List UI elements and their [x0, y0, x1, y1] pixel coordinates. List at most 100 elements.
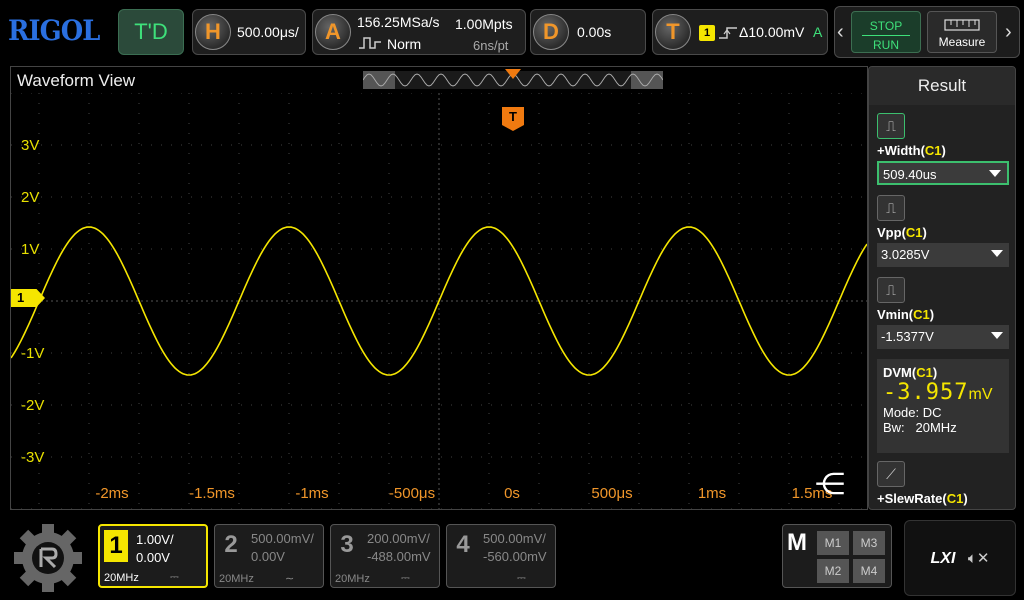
channel-1-bw: 20MHz [104, 572, 139, 584]
dvm-mode: Mode: DC [883, 405, 942, 420]
acquire-mode: Norm [387, 36, 422, 52]
measurement-slewrate[interactable]: ⟋ +SlewRate(C1) [877, 461, 1009, 506]
channel-4-offset: -560.00mV [483, 549, 547, 564]
math-group[interactable]: M M1 M3 M2 M4 [782, 524, 892, 588]
x-label: -1.5ms [189, 485, 235, 502]
x-label: -1ms [295, 485, 329, 502]
acquire-button[interactable]: A [315, 14, 351, 50]
measurement-value[interactable]: 3.0285V [877, 243, 1009, 267]
chevron-left-icon[interactable]: ‹ [837, 21, 844, 44]
slew-rate-icon: ⟋ [877, 461, 905, 487]
x-label: 1ms [697, 485, 727, 502]
waveform-menu-icon[interactable]: ⋲ [815, 467, 845, 502]
math-m3-button[interactable]: M3 [853, 531, 885, 555]
x-label: 0s [504, 485, 520, 502]
measure-label: Measure [938, 35, 986, 49]
channel-3-offset: -488.00mV [367, 549, 431, 564]
measurement-value[interactable]: -1.5377V [877, 325, 1009, 349]
trigger-button[interactable]: T [655, 14, 691, 50]
channel-3-box[interactable]: 3 200.00mV/ -488.00mV 20MHz ⎓ [330, 524, 440, 588]
result-panel: Result ⎍ +Width(C1) 509.40us ⎍ Vpp(C1) 3… [868, 66, 1016, 510]
channel-4-number: 4 [456, 531, 470, 558]
td-button[interactable]: T'D [118, 9, 184, 55]
waveform-grid [11, 93, 867, 509]
measurement-value[interactable]: 509.40us [877, 161, 1009, 185]
delay-group[interactable]: D 0.00s [530, 9, 646, 55]
channel-3-scale: 200.00mV/ [367, 531, 430, 546]
channel-1-number: 1 [104, 530, 128, 562]
channel-3-bw: 20MHz [335, 573, 370, 585]
measurement-width[interactable]: ⎍ +Width(C1) 509.40us [877, 113, 1009, 185]
math-m4-button[interactable]: M4 [853, 559, 885, 583]
dropdown-arrow-icon [991, 332, 1003, 339]
y-label: 2V [21, 189, 40, 206]
memory-trigger-pointer [505, 69, 521, 79]
dc-coupling-icon: ⎓ [170, 571, 179, 583]
channel-1-box[interactable]: 1 1.00V/ 0.00V 20MHz ⎓ [98, 524, 208, 588]
waveform-title: Waveform View [17, 71, 136, 90]
channel-2-box[interactable]: 2 500.00mV/ 0.00V 20MHz ∼ [214, 524, 324, 588]
math-m2-button[interactable]: M2 [817, 559, 849, 583]
channel-1-offset: 0.00V [136, 550, 170, 565]
speaker-muted-icon[interactable]: 🔈︎✕ [968, 550, 990, 567]
trigger-group[interactable]: T 1 Δ10.00mV A [652, 9, 828, 55]
channel-1-scale: 1.00V/ [136, 532, 174, 547]
math-m1-button[interactable]: M1 [817, 531, 849, 555]
rigol-logo: RIGOL [8, 14, 100, 47]
dropdown-arrow-icon [991, 250, 1003, 257]
horizontal-group[interactable]: H 500.00μs/ [192, 9, 306, 55]
waveform-view[interactable]: Waveform View 3V 2V 1V -1V -2V -3V -2ms … [10, 66, 868, 510]
channel-4-box[interactable]: 4 500.00mV/ -560.00mV ⎓ [446, 524, 556, 588]
channel-2-number: 2 [224, 531, 238, 558]
y-label: 3V [21, 137, 40, 154]
lxi-status[interactable]: LXI 🔈︎✕ [904, 520, 1016, 596]
dropdown-arrow-icon [989, 170, 1001, 177]
horizontal-button[interactable]: H [195, 14, 231, 50]
trigger-mode: A [813, 24, 823, 40]
trigger-source-badge: 1 [699, 25, 715, 41]
sample-rate: 156.25MSa/s [357, 14, 440, 30]
channel-2-bw: 20MHz [219, 573, 254, 585]
acquire-group[interactable]: A 156.25MSa/s 1.00Mpts Norm 6ns/pt [312, 9, 526, 55]
y-label: 1V [21, 241, 40, 258]
measurement-vpp[interactable]: ⎍ Vpp(C1) 3.0285V [877, 195, 1009, 267]
dc-coupling-icon: ⎓ [401, 572, 410, 584]
chevron-right-icon[interactable]: › [1005, 21, 1012, 44]
channel-2-scale: 500.00mV/ [251, 531, 314, 546]
pulse-width-icon: ⎍ [877, 113, 905, 139]
channel-2-offset: 0.00V [251, 549, 285, 564]
x-label: -2ms [95, 485, 129, 502]
memory-overview-strip[interactable] [363, 69, 663, 89]
delay-value: 0.00s [577, 24, 612, 40]
delay-button[interactable]: D [533, 14, 569, 50]
ruler-icon [944, 19, 980, 31]
y-label: -3V [21, 449, 45, 466]
dvm-value: -3.957 [883, 380, 969, 405]
x-label: -500μs [388, 485, 436, 502]
result-title: Result [869, 67, 1015, 105]
acquire-pulse-icon [359, 37, 381, 49]
resolution: 6ns/pt [473, 38, 509, 53]
y-label: -2V [21, 397, 45, 414]
home-gear-icon[interactable] [10, 520, 86, 596]
x-label: 500μs [591, 485, 633, 502]
rising-edge-icon [719, 27, 737, 39]
trigger-level: Δ10.00mV [739, 24, 805, 40]
measure-button[interactable]: Measure [927, 11, 997, 53]
stop-run-button[interactable]: STOP RUN [851, 11, 921, 53]
vmin-icon: ⎍ [877, 277, 905, 303]
dvm-bw: 20MHz [915, 420, 957, 435]
timebase-value: 500.00μs/ [237, 24, 299, 40]
memory-depth: 1.00Mpts [455, 16, 513, 32]
channel-3-number: 3 [340, 531, 354, 558]
math-label: M [787, 529, 807, 556]
y-label: -1V [21, 345, 45, 362]
dvm-readout[interactable]: DVM(C1) -3.957mV Mode: DC Bw: 20MHz [877, 359, 1009, 453]
run-label: RUN [873, 38, 899, 52]
dvm-bw-label: Bw: [883, 420, 905, 435]
top-toolbar: RIGOL T'D H 500.00μs/ A 156.25MSa/s 1.00… [0, 0, 1024, 62]
measurement-vmin[interactable]: ⎍ Vmin(C1) -1.5377V [877, 277, 1009, 349]
dc-coupling-icon: ⎓ [517, 572, 526, 584]
lxi-logo: LXI [930, 550, 956, 567]
channel-4-scale: 500.00mV/ [483, 531, 546, 546]
